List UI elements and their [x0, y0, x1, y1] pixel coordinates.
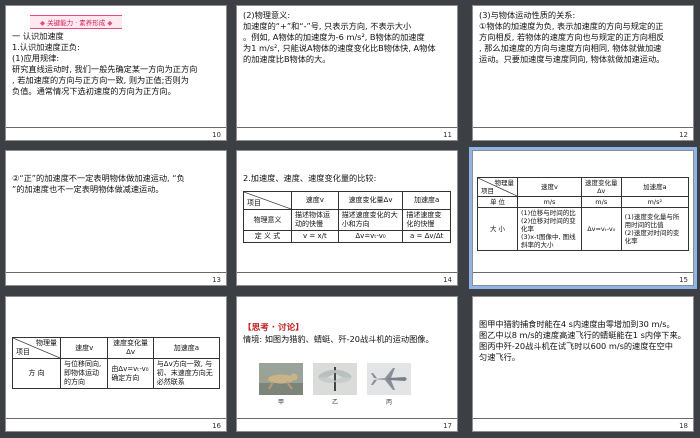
slide-thumbnail-13[interactable]: ②“正”的加速度不一定表明物体做加速运动, “负 ”的加速度也不一定表明物体做减…	[5, 150, 227, 286]
header-cell: 加速度a	[620, 177, 689, 197]
table-cell: (1)速度变化量与所用时间的比值 (2)速度对时间的变化率	[620, 207, 689, 251]
comparison-table: 项目 速度v 速度变化量Δv 加速度a 物理意义 描述物体运动的快慢 描述速度变…	[243, 191, 451, 243]
table-cell: 描述物体运动的快慢	[291, 209, 339, 231]
table-cell: 描述速度变化的快慢	[402, 209, 451, 231]
table-cell: 描述速度变化的大小和方向	[337, 209, 404, 231]
discussion-heading: 【思考 · 讨论】	[243, 323, 304, 333]
corner-label-top: 物理量	[36, 339, 57, 347]
slide-text: 情境: 如图为猎豹、蜻蜓、歼-20战斗机的运动图像。	[243, 334, 434, 344]
slide-text: (2)物理意义: 加速度的“+”和“-”号, 只表示方向, 不表示大小 。例如,…	[243, 10, 436, 64]
table-cell: 由Δv=vₜ-v₀确定方向	[107, 358, 154, 389]
slide-number: 10	[212, 131, 221, 139]
row-label: 大 小	[477, 207, 518, 251]
section-banner: ◆ 关键能力 · 素养形成 ◆	[30, 15, 123, 29]
slide-number: 12	[679, 131, 688, 139]
table-cell: m/s	[517, 196, 582, 208]
slide-number: 16	[212, 422, 221, 430]
table-cell: 与Δv方向一致, 与初、末速度方向无必然联系	[152, 358, 221, 389]
footer-divider	[237, 418, 457, 419]
dragonfly-image	[313, 363, 357, 395]
slide-number: 13	[212, 276, 221, 284]
table-corner-cell: 物理量 项目	[12, 337, 61, 359]
table-cell: m/s²	[620, 196, 689, 208]
row-label: 方 向	[12, 358, 61, 389]
slide-number: 17	[443, 422, 452, 430]
fighter-jet-image	[367, 363, 411, 395]
table-cell: Δv=vₜ-v₀	[580, 207, 622, 251]
header-cell: 速度变化量Δv	[337, 191, 404, 210]
corner-label-bottom: 项目	[16, 348, 30, 356]
table-cell: (1)位移与时间的比 (2)位移对时间的变化率 (3)x-t图像中, 图线斜率的…	[517, 207, 582, 251]
footer-divider	[6, 272, 226, 273]
comparison-table: 物理量 项目 速度v 速度变化量Δv 加速度a 方 向 与位移同向, 即物体运动…	[12, 337, 221, 389]
header-cell: 速度v	[291, 191, 339, 210]
slide-text: 一 认识加速度 1.认识加速度正负: (1)应用规律: 研究直线运动时, 我们一…	[12, 31, 198, 96]
footer-divider	[473, 127, 693, 128]
slide-number: 18	[679, 422, 688, 430]
slide-thumbnail-12[interactable]: (3)与物体运动性质的关系: ①物体的加速度为负, 表示加速度的方向与规定的正 …	[472, 5, 694, 141]
slide-text: 2.加速度、速度、速度变化量的比较:	[243, 173, 377, 183]
header-cell: 加速度a	[152, 337, 221, 359]
header-cell: 加速度a	[402, 191, 451, 210]
image-caption: 丙	[385, 399, 392, 406]
slide-text: (3)与物体运动性质的关系: ①物体的加速度为负, 表示加速度的方向与规定的正 …	[479, 10, 665, 64]
table-cell: 与位移同向, 即物体运动的方向	[59, 358, 109, 389]
header-cell: 速度v	[517, 177, 582, 197]
table-cell: a = Δv/Δt	[402, 230, 451, 243]
table-corner-cell: 项目	[243, 191, 292, 210]
corner-label-top: 物理量	[494, 179, 515, 187]
row-label: 单 位	[477, 196, 518, 208]
slide-number: 11	[443, 131, 452, 139]
header-cell: 速度变化量Δv	[580, 177, 622, 197]
cheetah-image	[259, 363, 303, 395]
slide-thumbnail-16[interactable]: 物理量 项目 速度v 速度变化量Δv 加速度a 方 向 与位移同向, 即物体运动…	[5, 296, 227, 432]
table-corner-cell: 物理量 项目	[477, 177, 518, 197]
slide-text: ②“正”的加速度不一定表明物体做加速运动, “负 ”的加速度也不一定表明物体做减…	[12, 173, 185, 194]
row-label: 定 义 式	[243, 230, 292, 243]
slide-number: 14	[443, 276, 452, 284]
footer-divider	[6, 418, 226, 419]
comparison-table: 物理量 项目 速度v 速度变化量Δv 加速度a 单 位 m/s m/s m/s²…	[477, 177, 689, 251]
corner-label-bottom: 项目	[481, 187, 494, 195]
table-cell: m/s	[580, 196, 622, 208]
image-caption: 甲	[277, 399, 284, 406]
image-row: 甲 乙 丙	[259, 363, 411, 406]
footer-divider	[237, 272, 457, 273]
slide-thumbnail-10[interactable]: ◆ 关键能力 · 素养形成 ◆ 一 认识加速度 1.认识加速度正负: (1)应用…	[5, 5, 227, 141]
image-item-fighter-jet: 丙	[367, 363, 411, 406]
header-cell: 速度变化量Δv	[107, 337, 154, 359]
footer-divider	[237, 127, 457, 128]
table-cell: v = x/t	[291, 230, 339, 243]
corner-label-bottom: 项目	[247, 199, 261, 207]
footer-divider	[473, 272, 693, 273]
image-caption: 乙	[331, 399, 338, 406]
image-item-cheetah: 甲	[259, 363, 303, 406]
slide-thumbnail-14[interactable]: 2.加速度、速度、速度变化量的比较: 项目 速度v 速度变化量Δv 加速度a 物…	[236, 150, 458, 286]
slide-thumbnail-18[interactable]: 图甲中猎豹捕食时能在4 s内速度由零增加到30 m/s。 图乙中以8 m/s的速…	[472, 296, 694, 432]
header-cell: 速度v	[59, 337, 109, 359]
footer-divider	[473, 418, 693, 419]
image-item-dragonfly: 乙	[313, 363, 357, 406]
row-label: 物理意义	[243, 209, 292, 231]
table-cell: Δv=vₜ-v₀	[337, 230, 404, 243]
slide-thumbnail-11[interactable]: (2)物理意义: 加速度的“+”和“-”号, 只表示方向, 不表示大小 。例如,…	[236, 5, 458, 141]
footer-divider	[6, 127, 226, 128]
slide-text: 图甲中猎豹捕食时能在4 s内速度由零增加到30 m/s。 图乙中以8 m/s的速…	[479, 319, 686, 362]
slide-thumbnail-15[interactable]: 物理量 项目 速度v 速度变化量Δv 加速度a 单 位 m/s m/s m/s²…	[469, 147, 697, 289]
slide-number: 15	[679, 276, 688, 284]
slide-thumbnail-17[interactable]: 【思考 · 讨论】 情境: 如图为猎豹、蜻蜓、歼-20战斗机的运动图像。 甲 乙…	[236, 296, 458, 432]
